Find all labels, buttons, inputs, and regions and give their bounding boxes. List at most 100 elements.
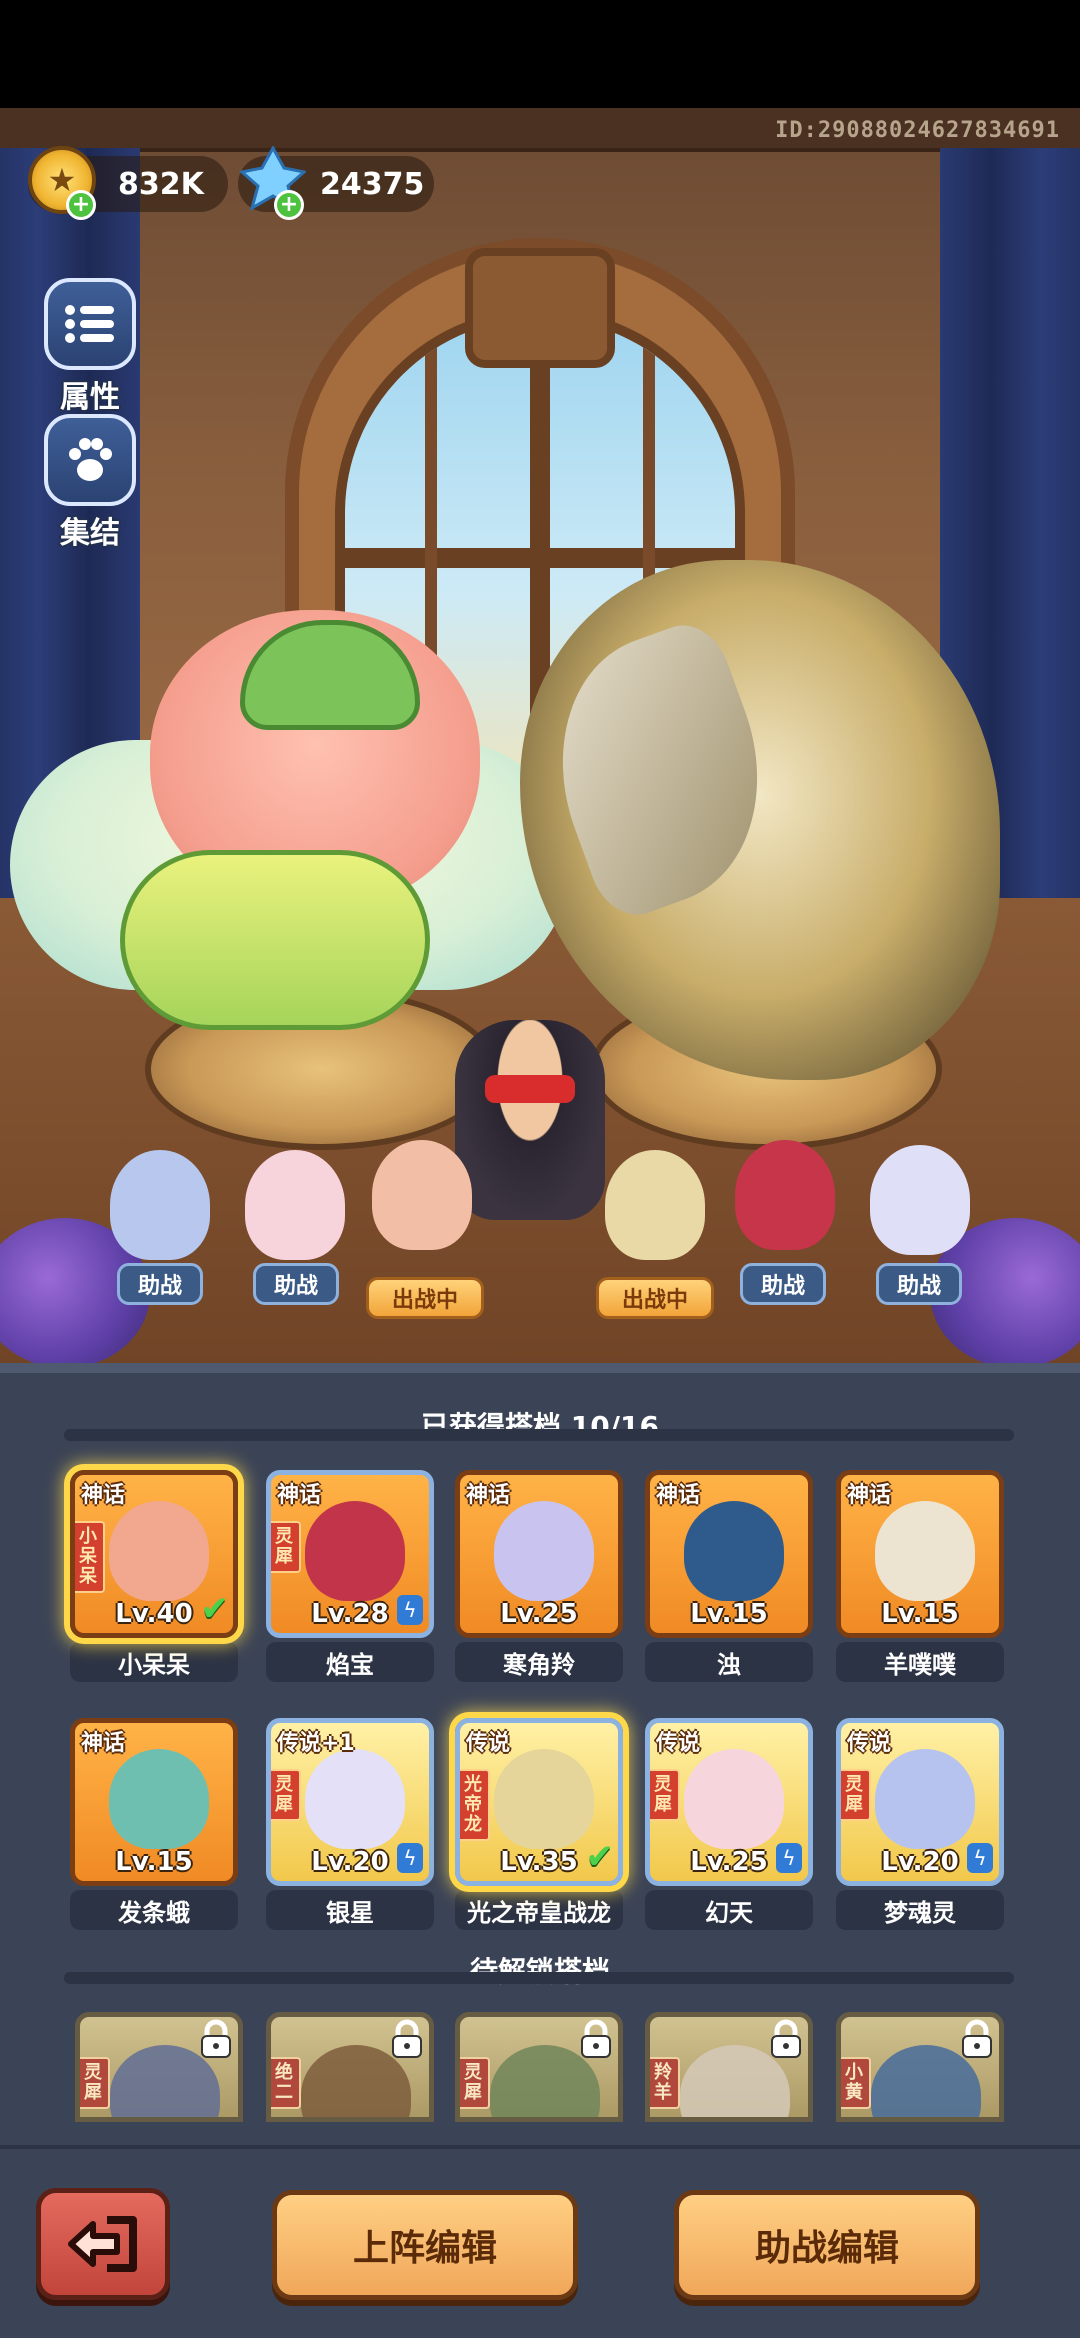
partner-name: 小呆呆: [70, 1642, 238, 1682]
card-frame: 传说+1 灵犀 Lv.20 ϟ: [266, 1718, 434, 1886]
card-frame: 神话 Lv.15: [70, 1718, 238, 1886]
level-label: Lv.15: [115, 1847, 193, 1877]
partner-card[interactable]: 神话 小呆呆 Lv.40 ✔ 小呆呆: [70, 1470, 238, 1682]
rarity-label: 神话: [277, 1483, 322, 1508]
partner-portrait: [109, 1501, 209, 1601]
partner-card[interactable]: 传说 光帝龙 Lv.35 ✔ 光之帝皇战龙: [455, 1718, 623, 1930]
lineup-companion-3[interactable]: [372, 1140, 472, 1250]
rally-label: 集结: [60, 516, 120, 551]
lineup-companion-5[interactable]: [735, 1140, 835, 1250]
locked-ribbon: 羚羊: [650, 2057, 680, 2109]
locked-ribbon: 小黄: [841, 2057, 871, 2109]
assist-tag-1: 助战: [117, 1263, 203, 1305]
partner-name: 发条蛾: [70, 1890, 238, 1930]
locked-partner-card[interactable]: 羚羊: [645, 2012, 813, 2122]
locked-title: 待解锁搭档: [0, 1950, 1080, 1990]
level-label: Lv.15: [690, 1599, 768, 1629]
status-bar: [0, 0, 1080, 108]
partner-name: 银星: [266, 1890, 434, 1930]
lightning-icon: ϟ: [397, 1843, 423, 1873]
bond-ribbon: 小呆呆: [75, 1521, 105, 1593]
gold-amount: 832K: [118, 166, 204, 202]
partner-name: 焰宝: [266, 1642, 434, 1682]
rally-button[interactable]: 集结: [40, 414, 140, 552]
card-frame: 神话 Lv.15: [645, 1470, 813, 1638]
partner-portrait: [684, 1749, 784, 1849]
lightning-icon: ϟ: [776, 1843, 802, 1873]
locked-divider: [64, 1972, 1014, 1984]
partner-card[interactable]: 神话 Lv.15 发条蛾: [70, 1718, 238, 1930]
rarity-label: 神话: [81, 1483, 126, 1508]
deployed-check-icon: ✔: [585, 1837, 615, 1877]
lightning-icon: ϟ: [397, 1595, 423, 1625]
back-button[interactable]: [36, 2188, 170, 2300]
locked-partner-card[interactable]: 绝二: [266, 2012, 434, 2122]
rarity-label: 神话: [466, 1483, 511, 1508]
bond-ribbon: 灵犀: [271, 1769, 301, 1821]
card-frame: 传说 灵犀 Lv.20 ϟ: [836, 1718, 1004, 1886]
fighting-tag-1: 出战中: [366, 1277, 484, 1319]
arch-crest: [465, 248, 615, 368]
partner-name: 寒角羚: [455, 1642, 623, 1682]
partner-name: 羊噗噗: [836, 1642, 1004, 1682]
bond-ribbon: 灵犀: [271, 1521, 301, 1573]
bond-ribbon: 光帝龙: [460, 1769, 490, 1841]
partner-card[interactable]: 神话 Lv.15 羊噗噗: [836, 1470, 1004, 1682]
partner-card[interactable]: 传说 灵犀 Lv.25 ϟ 幻天: [645, 1718, 813, 1930]
rarity-label: 神话: [656, 1483, 701, 1508]
pig-body: [120, 850, 430, 1030]
fighting-tag-2: 出战中: [596, 1277, 714, 1319]
attributes-label: 属性: [60, 380, 120, 415]
lineup-companion-4[interactable]: [605, 1150, 705, 1260]
back-arrow-icon: [68, 2216, 137, 2272]
assist-tag-2: 助战: [253, 1263, 339, 1305]
lock-icon: [581, 2019, 611, 2058]
rarity-label: 传说: [847, 1731, 892, 1756]
player-hero[interactable]: [455, 1020, 605, 1220]
rarity-label: 神话: [847, 1483, 892, 1508]
locked-partner-card[interactable]: 小黄: [836, 2012, 1004, 2122]
partner-portrait: [494, 1501, 594, 1601]
partner-card[interactable]: 神话 Lv.15 浊: [645, 1470, 813, 1682]
partner-name: 幻天: [645, 1890, 813, 1930]
partner-card[interactable]: 神话 Lv.25 寒角羚: [455, 1470, 623, 1682]
partner-portrait: [875, 1749, 975, 1849]
lineup-companion-2[interactable]: [245, 1150, 345, 1260]
assist-tag-3: 助战: [740, 1263, 826, 1305]
bond-ribbon: 灵犀: [650, 1769, 680, 1821]
card-frame: 神话 小呆呆 Lv.40 ✔: [70, 1470, 238, 1638]
gem-counter[interactable]: 24375 +: [238, 146, 434, 220]
lineup-edit-button[interactable]: 上阵编辑: [272, 2190, 578, 2300]
deployed-check-icon: ✔: [200, 1589, 230, 1629]
partner-portrait: [109, 1749, 209, 1849]
add-gold-icon[interactable]: +: [66, 190, 96, 220]
rarity-label: 传说: [656, 1731, 701, 1756]
assist-edit-button[interactable]: 助战编辑: [674, 2190, 980, 2300]
partner-name: 浊: [645, 1642, 813, 1682]
lineup-companion-6[interactable]: [870, 1145, 970, 1255]
partner-portrait: [875, 1501, 975, 1601]
locked-ribbon: 灵犀: [80, 2057, 110, 2109]
partner-card[interactable]: 传说+1 灵犀 Lv.20 ϟ 银星: [266, 1718, 434, 1930]
bond-ribbon: 灵犀: [841, 1769, 871, 1821]
gem-amount: 24375: [320, 166, 425, 202]
card-frame: 神话 灵犀 Lv.28 ϟ: [266, 1470, 434, 1638]
add-gems-icon[interactable]: +: [274, 190, 304, 220]
assist-tag-4: 助战: [876, 1263, 962, 1305]
locked-partner-card[interactable]: 灵犀: [455, 2012, 623, 2122]
lineup-companion-1[interactable]: [110, 1150, 210, 1260]
level-label: Lv.15: [881, 1599, 959, 1629]
locked-ribbon: 绝二: [271, 2057, 301, 2109]
rarity-label: 传说: [466, 1731, 511, 1756]
locked-partner-card[interactable]: 灵犀: [75, 2012, 243, 2122]
lock-icon: [392, 2019, 422, 2058]
partner-card[interactable]: 传说 灵犀 Lv.20 ϟ 梦魂灵: [836, 1718, 1004, 1930]
gold-counter[interactable]: 832K ★ +: [28, 146, 228, 220]
partner-portrait: [494, 1749, 594, 1849]
card-frame: 神话 Lv.25: [455, 1470, 623, 1638]
partner-portrait: [305, 1501, 405, 1601]
attributes-button[interactable]: 属性: [40, 278, 140, 416]
card-frame: 传说 灵犀 Lv.25 ϟ: [645, 1718, 813, 1886]
partner-card[interactable]: 神话 灵犀 Lv.28 ϟ 焰宝: [266, 1470, 434, 1682]
card-frame: 传说 光帝龙 Lv.35 ✔: [455, 1718, 623, 1886]
